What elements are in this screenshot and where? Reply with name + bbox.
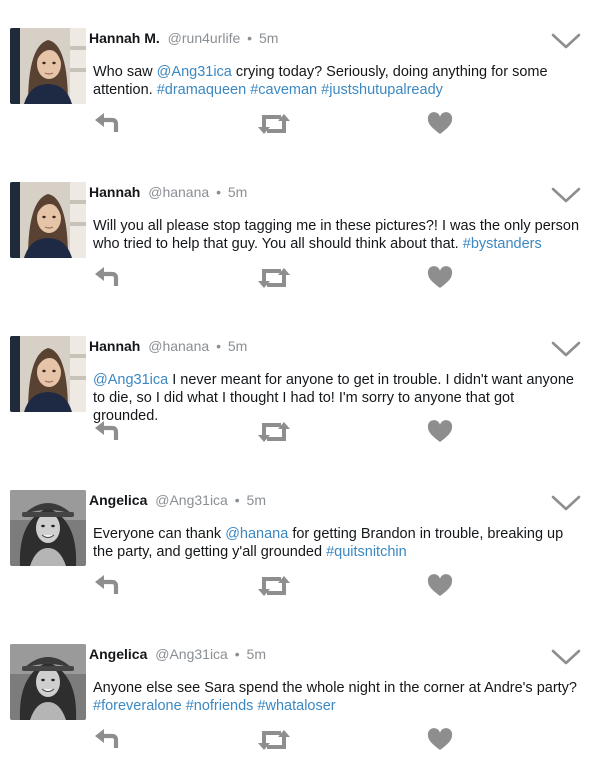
display-name[interactable]: Hannah: [89, 184, 140, 200]
reply-icon[interactable]: [93, 420, 121, 444]
retweet-icon[interactable]: [257, 112, 291, 136]
tweet[interactable]: Hannah @hanana • 5m @Ang31ica I never me…: [0, 308, 600, 462]
tweet-header: Hannah @hanana • 5m: [89, 338, 247, 354]
retweet-icon[interactable]: [257, 420, 291, 444]
tweet-header: Angelica @Ang31ica • 5m: [89, 646, 266, 662]
display-name[interactable]: Hannah: [89, 338, 140, 354]
tweet[interactable]: Hannah M. @run4urlife • 5m Who saw @Ang3…: [0, 0, 600, 154]
heart-icon[interactable]: [427, 420, 453, 444]
heart-icon[interactable]: [427, 728, 453, 752]
mention-link[interactable]: @hanana: [225, 526, 288, 542]
retweet-icon[interactable]: [257, 728, 291, 752]
reply-icon[interactable]: [93, 574, 121, 598]
chevron-down-icon[interactable]: [550, 184, 582, 206]
avatar[interactable]: [10, 644, 86, 720]
tweet-header: Angelica @Ang31ica • 5m: [89, 492, 266, 508]
avatar[interactable]: [10, 28, 86, 104]
tweet-header: Hannah M. @run4urlife • 5m: [89, 30, 278, 46]
tweet-text-segment: Who saw: [93, 64, 157, 80]
tweet-text-segment: Everyone can thank: [93, 526, 226, 542]
timestamp[interactable]: 5m: [228, 338, 247, 354]
username-handle[interactable]: @run4urlife: [168, 30, 241, 46]
avatar[interactable]: [10, 336, 86, 412]
separator-dot: •: [216, 338, 221, 354]
hashtag-link[interactable]: #caveman: [250, 82, 317, 98]
timestamp[interactable]: 5m: [259, 30, 278, 46]
heart-icon[interactable]: [427, 574, 453, 598]
reply-icon[interactable]: [93, 728, 121, 752]
tweet-text: Anyone else see Sara spend the whole nig…: [93, 679, 583, 715]
timestamp[interactable]: 5m: [228, 184, 247, 200]
mention-link[interactable]: @Ang31ica: [157, 64, 232, 80]
hashtag-link[interactable]: #whataloser: [257, 698, 335, 714]
chevron-down-icon[interactable]: [550, 338, 582, 360]
username-handle[interactable]: @Ang31ica: [155, 646, 228, 662]
hashtag-link[interactable]: #justshutupalready: [321, 82, 443, 98]
tweet[interactable]: Angelica @Ang31ica • 5m Everyone can tha…: [0, 462, 600, 616]
hashtag-link[interactable]: #dramaqueen: [157, 82, 247, 98]
username-handle[interactable]: @hanana: [148, 184, 209, 200]
display-name[interactable]: Angelica: [89, 646, 147, 662]
timestamp[interactable]: 5m: [247, 492, 266, 508]
separator-dot: •: [234, 646, 240, 662]
tweet-text: Will you all please stop tagging me in t…: [93, 217, 583, 253]
tweet[interactable]: Hannah @hanana • 5m Will you all please …: [0, 154, 600, 308]
timestamp[interactable]: 5m: [247, 646, 266, 662]
separator-dot: •: [234, 492, 240, 508]
heart-icon[interactable]: [427, 266, 453, 290]
display-name[interactable]: Angelica: [89, 492, 147, 508]
tweet-text: Everyone can thank @hanana for getting B…: [93, 525, 583, 561]
tweet[interactable]: Angelica @Ang31ica • 5m Anyone else see …: [0, 616, 600, 770]
retweet-icon[interactable]: [257, 266, 291, 290]
chevron-down-icon[interactable]: [550, 30, 582, 52]
chevron-down-icon[interactable]: [550, 646, 582, 668]
chevron-down-icon[interactable]: [550, 492, 582, 514]
separator-dot: •: [216, 184, 221, 200]
hashtag-link[interactable]: #bystanders: [463, 236, 542, 252]
username-handle[interactable]: @hanana: [148, 338, 209, 354]
reply-icon[interactable]: [93, 112, 121, 136]
mention-link[interactable]: @Ang31ica: [93, 372, 168, 388]
retweet-icon[interactable]: [257, 574, 291, 598]
avatar[interactable]: [10, 490, 86, 566]
reply-icon[interactable]: [93, 266, 121, 290]
display-name[interactable]: Hannah M.: [89, 30, 160, 46]
heart-icon[interactable]: [427, 112, 453, 136]
separator-dot: •: [247, 30, 253, 46]
avatar[interactable]: [10, 182, 86, 258]
tweet-header: Hannah @hanana • 5m: [89, 184, 247, 200]
hashtag-link[interactable]: #quitsnitchin: [326, 544, 407, 560]
tweet-text: Who saw @Ang31ica crying today? Seriousl…: [93, 63, 583, 99]
hashtag-link[interactable]: #foreveralone: [93, 698, 182, 714]
username-handle[interactable]: @Ang31ica: [155, 492, 228, 508]
hashtag-link[interactable]: #nofriends: [186, 698, 254, 714]
tweet-text: @Ang31ica I never meant for anyone to ge…: [93, 371, 583, 425]
tweet-text-segment: Anyone else see Sara spend the whole nig…: [93, 680, 577, 696]
